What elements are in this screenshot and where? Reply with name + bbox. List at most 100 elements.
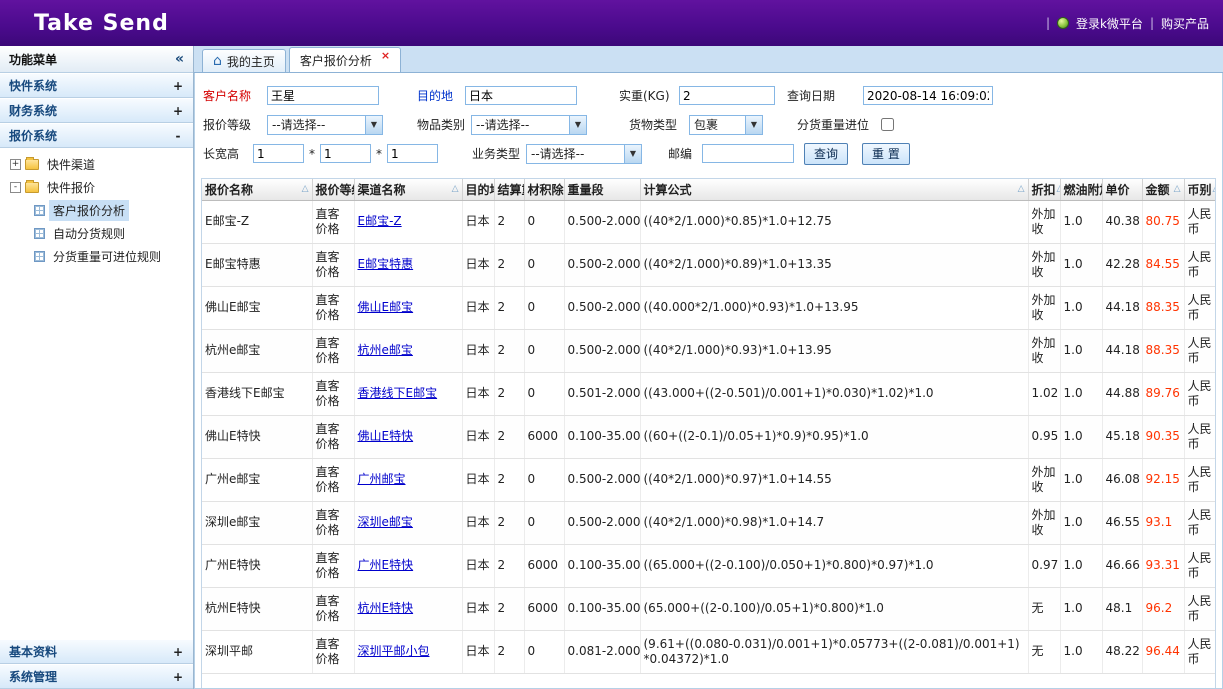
tree-item-label[interactable]: 自动分货规则 (49, 223, 129, 244)
cell-dest: 日本 (462, 372, 494, 415)
table-row[interactable]: 杭州e邮宝直客价格杭州e邮宝日本200.500-2.000((40*2/1.00… (202, 329, 1216, 372)
tree-item-label[interactable]: 分货重量可进位规则 (49, 246, 165, 267)
chevron-down-icon[interactable]: ▼ (365, 116, 382, 134)
business-type-select[interactable]: --请选择-- ▼ (526, 144, 642, 164)
expand-icon[interactable]: + (10, 159, 21, 170)
column-header[interactable]: 报价等级△ (312, 179, 354, 200)
table-row[interactable]: E邮宝特惠直客价格E邮宝特惠日本200.500-2.000((40*2/1.00… (202, 243, 1216, 286)
table-row[interactable]: 深圳平邮直客价格深圳平邮小包日本200.081-2.000(9.61+((0.0… (202, 630, 1216, 673)
reset-button[interactable]: 重 置 (862, 143, 910, 165)
cell-amount: 84.55 (1142, 243, 1184, 286)
channel-link[interactable]: 广州邮宝 (358, 472, 406, 486)
sidebar-section-express[interactable]: 快件系统 + (0, 73, 193, 98)
height-input[interactable] (387, 144, 438, 163)
table-row[interactable]: 杭州E特快直客价格杭州E特快日本260000.100-35.000(65.000… (202, 587, 1216, 630)
quote-grade-select[interactable]: --请选择-- ▼ (267, 115, 383, 135)
actual-weight-input[interactable] (679, 86, 775, 105)
tree-item-express-quote[interactable]: - 快件报价 (0, 176, 193, 199)
zip-code-input[interactable] (702, 144, 794, 163)
column-header[interactable]: 材积除△ (524, 179, 564, 200)
sidebar-section-system-admin[interactable]: 系统管理 + (0, 664, 193, 689)
table-row[interactable]: 佛山E邮宝直客价格佛山E邮宝日本200.500-2.000((40.000*2/… (202, 286, 1216, 329)
cell-price: 44.18 (1102, 329, 1142, 372)
close-tab-icon[interactable]: × (381, 49, 390, 62)
sort-icon[interactable]: △ (1174, 184, 1181, 194)
channel-link[interactable]: 深圳e邮宝 (358, 515, 413, 529)
channel-link[interactable]: E邮宝-Z (358, 214, 402, 228)
column-header[interactable]: 币别△ (1184, 179, 1216, 200)
sort-icon[interactable]: △ (1213, 184, 1216, 194)
chevron-down-icon[interactable]: ▼ (745, 116, 762, 134)
query-button[interactable]: 查询 (804, 143, 848, 165)
cell-dest: 日本 (462, 544, 494, 587)
channel-link[interactable]: 佛山E特快 (358, 429, 414, 443)
section-label: 报价系统 (9, 127, 57, 144)
table-row[interactable]: 香港线下E邮宝直客价格香港线下E邮宝日本200.501-2.000((43.00… (202, 372, 1216, 415)
channel-link[interactable]: 杭州E特快 (358, 601, 414, 615)
table-row[interactable]: 佛山E特快直客价格佛山E特快日本260000.100-35.000((60+((… (202, 415, 1216, 458)
column-header[interactable]: 目的地△ (462, 179, 494, 200)
expand-icon[interactable]: + (172, 104, 184, 118)
cell-price: 45.18 (1102, 415, 1142, 458)
destination-input[interactable] (465, 86, 577, 105)
tree-item-split-weight-carry-rule[interactable]: 分货重量可进位规则 (0, 245, 193, 268)
tree-item-auto-split-rule[interactable]: 自动分货规则 (0, 222, 193, 245)
sort-icon[interactable]: △ (1018, 184, 1025, 194)
collapse-icon[interactable]: - (172, 129, 184, 143)
cell-fuel: 1.0 (1060, 587, 1102, 630)
column-header[interactable]: 燃油附加△ (1060, 179, 1102, 200)
sidebar-section-quotation[interactable]: 报价系统 - (0, 123, 193, 148)
customer-name-input[interactable] (267, 86, 379, 105)
tree-item-label[interactable]: 快件报价 (43, 177, 99, 198)
tree-item-express-channel[interactable]: + 快件渠道 (0, 153, 193, 176)
channel-link[interactable]: 杭州e邮宝 (358, 343, 413, 357)
sidebar-section-basic-data[interactable]: 基本资料 + (0, 639, 193, 664)
table-row[interactable]: 广州E特快直客价格广州E特快日本260000.100-35.000((65.00… (202, 544, 1216, 587)
login-kwei-link[interactable]: 登录k微平台 (1076, 15, 1143, 32)
channel-link[interactable]: 香港线下E邮宝 (358, 386, 438, 400)
column-header[interactable]: 渠道名称△ (354, 179, 462, 200)
cell-amount: 96.44 (1142, 630, 1184, 673)
expand-icon[interactable]: + (172, 670, 184, 684)
channel-link[interactable]: 深圳平邮小包 (358, 644, 430, 658)
column-header[interactable]: 计算公式△ (640, 179, 1028, 200)
query-date-input[interactable] (863, 86, 993, 105)
item-category-select[interactable]: --请选择-- ▼ (471, 115, 587, 135)
cell-amount: 96.2 (1142, 587, 1184, 630)
split-weight-carry-checkbox[interactable] (881, 118, 894, 131)
tab-customer-quote-analysis[interactable]: 客户报价分析 × (289, 47, 401, 72)
tree-item-label[interactable]: 客户报价分析 (49, 200, 129, 221)
sort-icon[interactable]: △ (1057, 184, 1060, 194)
sort-icon[interactable]: △ (452, 184, 459, 194)
table-row[interactable]: E邮宝-Z直客价格E邮宝-Z日本200.500-2.000((40*2/1.00… (202, 200, 1216, 243)
expand-icon[interactable]: + (172, 645, 184, 659)
tab-my-homepage[interactable]: ⌂ 我的主页 (202, 49, 286, 72)
length-input[interactable] (253, 144, 304, 163)
buy-product-link[interactable]: 购买产品 (1161, 15, 1209, 32)
width-input[interactable] (320, 144, 371, 163)
column-header[interactable]: 折扣△ (1028, 179, 1060, 200)
channel-link[interactable]: E邮宝特惠 (358, 257, 414, 271)
collapse-sidebar-icon[interactable]: « (175, 51, 184, 67)
column-header[interactable]: 报价名称△ (202, 179, 312, 200)
column-header[interactable]: 单价 (1102, 179, 1142, 200)
column-header[interactable]: 金额△ (1142, 179, 1184, 200)
cell-formula: ((40*2/1.000)*0.97)*1.0+14.55 (640, 458, 1028, 501)
cargo-type-select[interactable]: 包裹 ▼ (689, 115, 763, 135)
column-header[interactable]: 重量段 (564, 179, 640, 200)
table-row[interactable]: 广州e邮宝直客价格广州邮宝日本200.500-2.000((40*2/1.000… (202, 458, 1216, 501)
table-row[interactable]: 深圳e邮宝直客价格深圳e邮宝日本200.500-2.000((40*2/1.00… (202, 501, 1216, 544)
channel-link[interactable]: 佛山E邮宝 (358, 300, 414, 314)
tree-item-customer-quote-analysis[interactable]: 客户报价分析 (0, 199, 193, 222)
expand-icon[interactable]: + (172, 79, 184, 93)
collapse-icon[interactable]: - (10, 182, 21, 193)
chevron-down-icon[interactable]: ▼ (569, 116, 586, 134)
cell-weight: 2 (494, 501, 524, 544)
chevron-down-icon[interactable]: ▼ (624, 145, 641, 163)
sidebar-section-finance[interactable]: 财务系统 + (0, 98, 193, 123)
channel-link[interactable]: 广州E特快 (358, 558, 414, 572)
sort-icon[interactable]: △ (302, 184, 309, 194)
tree-item-label[interactable]: 快件渠道 (43, 154, 99, 175)
column-header[interactable]: 结算重△ (494, 179, 524, 200)
cell-name: 佛山E特快 (202, 415, 312, 458)
